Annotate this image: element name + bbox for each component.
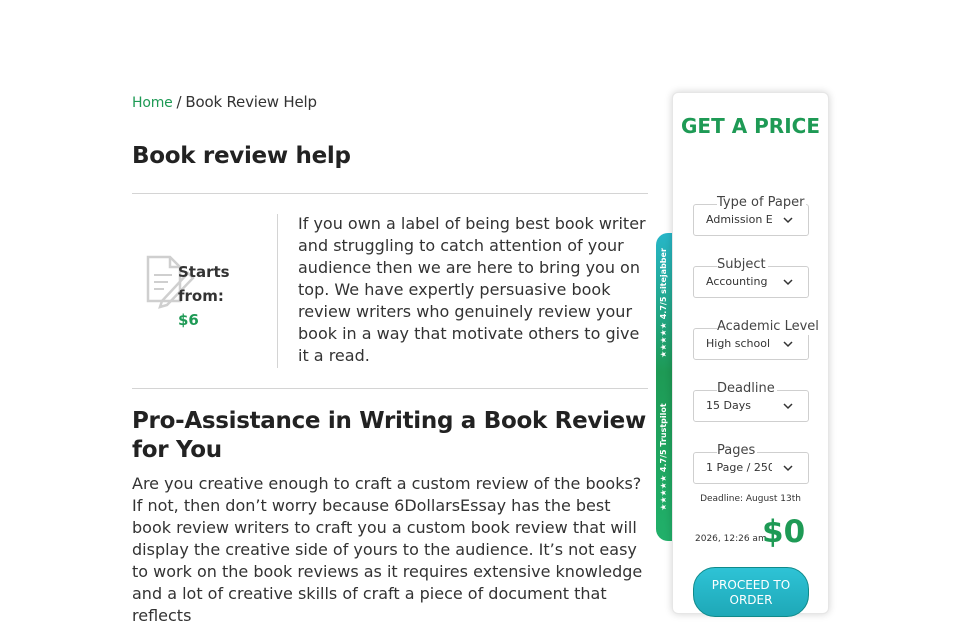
pages-select[interactable]: Pages 1 Page / 250 Words [693, 443, 809, 484]
deadline-value: 15 Days [706, 399, 751, 412]
type-of-paper-select[interactable]: Type of Paper Admission Essay [693, 195, 809, 236]
chevron-down-icon [783, 341, 793, 348]
breadcrumb-home-link[interactable]: Home [132, 95, 173, 111]
deadline-select[interactable]: Deadline 15 Days [693, 381, 809, 422]
type-of-paper-label: Type of Paper [717, 195, 807, 211]
chevron-down-icon [783, 403, 793, 410]
sitejabber-rating: ★★★★★ 4.7/5 sitejabber [659, 248, 668, 358]
academic-level-value: High school [706, 337, 771, 350]
order-form-card: GET A PRICE Type of Paper Admission Essa… [672, 92, 829, 617]
trustpilot-rating: ★★★★★ 4.7/5 Trustpilot [659, 403, 668, 511]
deadline-label: Deadline [717, 381, 777, 397]
deadline-date-line1: Deadline: August 13th [700, 494, 801, 504]
deadline-date-line2: 2026, 12:26 am [695, 534, 767, 544]
pages-label: Pages [717, 443, 758, 459]
starting-price: $6 [178, 311, 199, 329]
review-ratings-ribbon[interactable]: ★★★★★ 4.7/5 sitejabber ★★★★★ 4.7/5 Trust… [656, 233, 672, 541]
breadcrumb-separator: / [176, 93, 182, 111]
divider-top [132, 193, 648, 194]
order-form-title: GET A PRICE [681, 114, 820, 138]
breadcrumb: Home / Book Review Help [132, 93, 317, 111]
subject-select[interactable]: Subject Accounting [693, 257, 809, 298]
section-body: Are you creative enough to craft a custo… [132, 474, 643, 625]
chevron-down-icon [783, 465, 793, 472]
subject-value: Accounting [706, 275, 768, 288]
page-title: Book review help [132, 143, 351, 169]
type-of-paper-value: Admission Essay [706, 213, 772, 226]
starting-price-box: Starts from: $6 [132, 214, 278, 368]
chevron-down-icon [783, 279, 793, 286]
divider-bottom [132, 388, 648, 389]
chevron-down-icon [783, 217, 793, 224]
starts-from-text: Starts from: $6 [178, 260, 238, 332]
academic-level-label: Academic Level [717, 319, 821, 335]
intro-paragraph: If you own a label of being best book wr… [298, 214, 646, 365]
pages-value: 1 Page / 250 Words [706, 461, 772, 474]
section-heading: Pro-Assistance in Writing a Book Review … [132, 408, 646, 463]
subject-label: Subject [717, 257, 768, 273]
starts-from-label: Starts from: [178, 263, 230, 305]
total-price: $0 [762, 514, 806, 550]
academic-level-select[interactable]: Academic Level High school [693, 319, 821, 360]
breadcrumb-current: Book Review Help [185, 93, 317, 111]
proceed-to-order-button[interactable]: PROCEED TO ORDER [693, 567, 809, 617]
